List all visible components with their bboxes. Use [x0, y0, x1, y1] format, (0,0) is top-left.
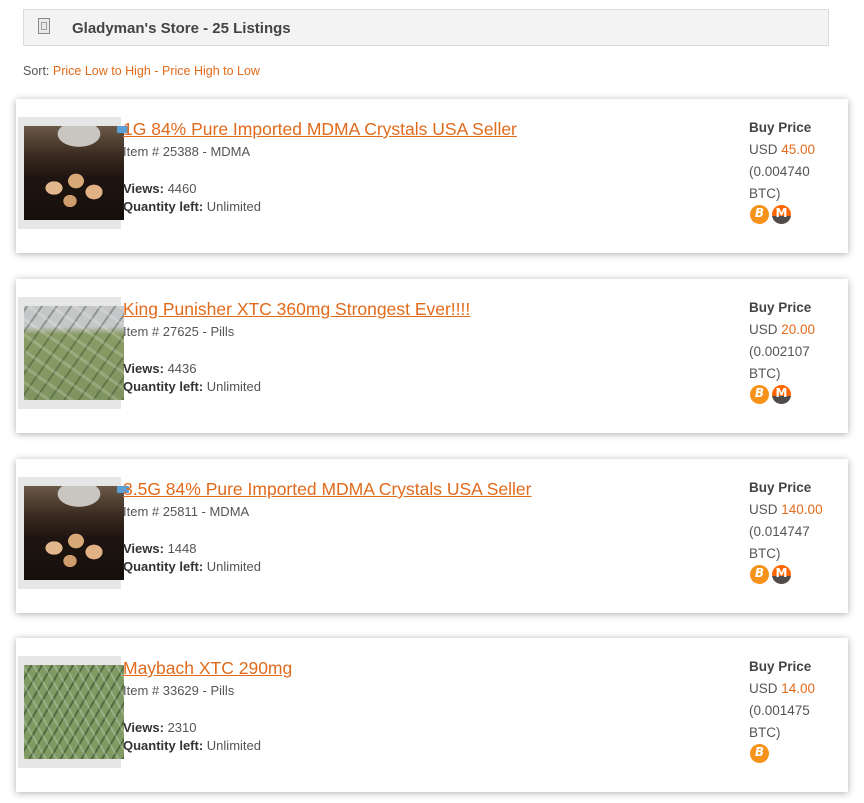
monero-icon: [772, 565, 791, 584]
price-usd: USD 140.00: [749, 499, 845, 521]
listing-quantity: Quantity left: Unlimited: [123, 379, 261, 394]
price-currency: USD: [749, 322, 778, 337]
store-icon: [38, 18, 50, 34]
store-title: Gladyman's Store - 25 Listings: [72, 20, 291, 37]
listing-thumbnail[interactable]: [24, 306, 124, 400]
price-btc: (0.001475: [749, 703, 810, 718]
price-usd-value: 20.00: [781, 322, 816, 337]
views-value: 4460: [167, 181, 197, 196]
views-value: 2310: [167, 720, 197, 735]
price-usd-value: 14.00: [781, 681, 816, 696]
quantity-label: Quantity left:: [123, 379, 204, 394]
listing-thumbnail[interactable]: [24, 665, 124, 759]
price-btc: (0.004740: [749, 164, 810, 179]
quantity-value: Unlimited: [206, 199, 261, 214]
listing-card: Maybach XTC 290mg Item # 33629 - Pills V…: [16, 638, 848, 792]
listing-views: Views: 1448: [123, 541, 197, 556]
quantity-label: Quantity left:: [123, 559, 204, 574]
buy-price-label: Buy Price: [749, 659, 812, 674]
listing-views: Views: 2310: [123, 720, 197, 735]
price-block: Buy Price USD 20.00 (0.002107 BTC): [749, 297, 845, 385]
payment-methods: [750, 744, 772, 764]
price-currency: USD: [749, 681, 778, 696]
listing-title-link[interactable]: 1G 84% Pure Imported MDMA Crystals USA S…: [123, 119, 517, 140]
price-currency: USD: [749, 142, 778, 157]
sort-separator: -: [154, 64, 159, 78]
quantity-value: Unlimited: [206, 379, 261, 394]
price-btc: (0.014747: [749, 524, 810, 539]
buy-price-label: Buy Price: [749, 120, 812, 135]
sort-price-high-to-low-link[interactable]: Price High to Low: [162, 64, 260, 78]
price-btc: (0.002107: [749, 344, 810, 359]
views-label: Views:: [123, 181, 164, 196]
store-header: Gladyman's Store - 25 Listings: [23, 9, 829, 46]
price-btc-unit: BTC): [749, 725, 781, 740]
quantity-label: Quantity left:: [123, 738, 204, 753]
price-usd-value: 45.00: [781, 142, 816, 157]
views-label: Views:: [123, 541, 164, 556]
listing-views: Views: 4460: [123, 181, 197, 196]
views-value: 1448: [167, 541, 197, 556]
price-usd: USD 14.00: [749, 678, 845, 700]
listing-item-number: Item # 25811 - MDMA: [123, 504, 250, 519]
quantity-value: Unlimited: [206, 559, 261, 574]
price-btc-unit: BTC): [749, 186, 781, 201]
monero-icon: [772, 205, 791, 224]
price-usd: USD 45.00: [749, 139, 845, 161]
listing-quantity: Quantity left: Unlimited: [123, 559, 261, 574]
listing-title-link[interactable]: Maybach XTC 290mg: [123, 658, 292, 679]
listing-item-number: Item # 27625 - Pills: [123, 324, 235, 339]
bitcoin-icon: [750, 744, 769, 763]
sort-row: Sort: Price Low to High - Price High to …: [23, 64, 260, 78]
bitcoin-icon: [750, 565, 769, 584]
listing-views: Views: 4436: [123, 361, 197, 376]
listing-title-link[interactable]: 3.5G 84% Pure Imported MDMA Crystals USA…: [123, 479, 531, 500]
price-block: Buy Price USD 45.00 (0.004740 BTC): [749, 117, 845, 205]
listing-item-number: Item # 25388 - MDMA: [123, 144, 251, 159]
bitcoin-icon: [750, 205, 769, 224]
payment-methods: [750, 205, 794, 225]
payment-methods: [750, 385, 794, 405]
price-block: Buy Price USD 140.00 (0.014747 BTC): [749, 477, 845, 565]
views-value: 4436: [167, 361, 197, 376]
price-usd-value: 140.00: [781, 502, 823, 517]
monero-icon: [772, 385, 791, 404]
quantity-label: Quantity left:: [123, 199, 204, 214]
price-usd: USD 20.00: [749, 319, 845, 341]
sort-price-low-to-high-link[interactable]: Price Low to High: [53, 64, 151, 78]
listing-quantity: Quantity left: Unlimited: [123, 199, 261, 214]
sort-label: Sort:: [23, 64, 50, 78]
listing-card: 3.5G 84% Pure Imported MDMA Crystals USA…: [16, 459, 848, 613]
listing-card: King Punisher XTC 360mg Strongest Ever!!…: [16, 279, 848, 433]
listing-thumbnail[interactable]: [24, 486, 124, 580]
buy-price-label: Buy Price: [749, 480, 812, 495]
views-label: Views:: [123, 720, 164, 735]
listing-title-link[interactable]: King Punisher XTC 360mg Strongest Ever!!…: [123, 299, 470, 320]
buy-price-label: Buy Price: [749, 300, 812, 315]
bitcoin-icon: [750, 385, 769, 404]
price-currency: USD: [749, 502, 778, 517]
listing-quantity: Quantity left: Unlimited: [123, 738, 261, 753]
listing-card: 1G 84% Pure Imported MDMA Crystals USA S…: [16, 99, 848, 253]
views-label: Views:: [123, 361, 164, 376]
payment-methods: [750, 565, 794, 585]
listing-thumbnail[interactable]: [24, 126, 124, 220]
price-btc-unit: BTC): [749, 366, 781, 381]
quantity-value: Unlimited: [206, 738, 261, 753]
price-block: Buy Price USD 14.00 (0.001475 BTC): [749, 656, 845, 744]
price-btc-unit: BTC): [749, 546, 781, 561]
listing-item-number: Item # 33629 - Pills: [123, 683, 235, 698]
